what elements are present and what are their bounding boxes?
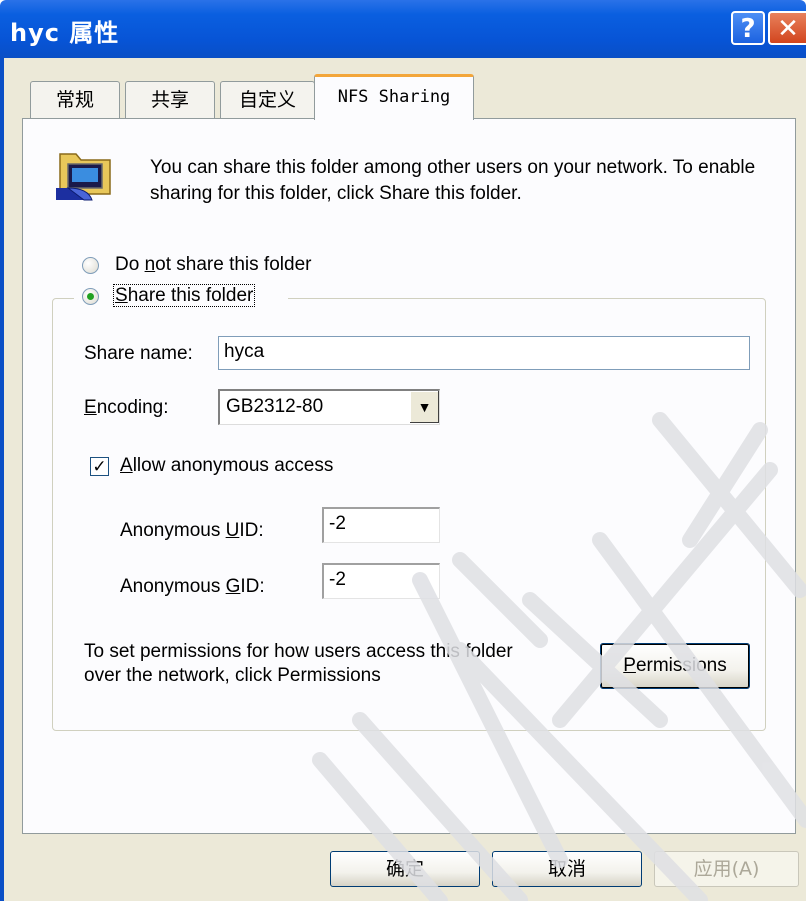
tab-general[interactable]: 常规 [30,81,120,119]
allow-anonymous-checkbox[interactable]: ✓ [90,457,109,476]
do-not-share-label[interactable]: Do not share this folder [115,254,311,276]
permissions-text-line2: over the network, click Permissions [84,665,381,686]
title-bar[interactable] [0,0,806,58]
tab-customize[interactable]: 自定义 [220,81,315,119]
share-name-label: Share name: [84,343,193,364]
radio-selected-dot [87,293,94,300]
apply-button[interactable]: 应用(A) [654,851,799,887]
encoding-label: Encoding: [84,397,169,418]
permissions-text-line1: To set permissions for how users access … [84,641,513,662]
ok-button[interactable]: 确定 [330,851,480,887]
tab-nfs-sharing[interactable]: NFS Sharing [314,74,474,120]
encoding-value: GB2312-80 [226,396,324,417]
help-button[interactable]: ? [731,11,765,45]
anonymous-gid-label: Anonymous GID: [120,576,265,597]
share-folder-label[interactable]: Share this folder [113,284,256,307]
permissions-button[interactable]: Permissions [600,643,750,689]
anonymous-uid-label: Anonymous UID: [120,520,264,541]
cancel-button[interactable]: 取消 [492,851,642,887]
share-name-input[interactable]: hyca [218,336,750,370]
anonymous-gid-input[interactable]: -2 [322,563,440,599]
tab-sharing[interactable]: 共享 [125,81,215,119]
shared-folder-icon [56,153,111,201]
intro-text: You can share this folder among other us… [150,157,756,204]
close-button[interactable]: ✕ [768,11,806,45]
window-title: hyc 属性 [10,19,120,47]
permissions-text: To set permissions for how users access … [84,640,513,688]
chevron-down-icon[interactable]: ▼ [409,391,439,423]
do-not-share-radio[interactable] [82,257,99,274]
allow-anonymous-label[interactable]: Allow anonymous access [120,455,333,477]
encoding-select[interactable]: GB2312-80 ▼ [218,389,440,425]
share-folder-radio[interactable] [82,288,99,305]
anonymous-uid-input[interactable]: -2 [322,507,440,543]
